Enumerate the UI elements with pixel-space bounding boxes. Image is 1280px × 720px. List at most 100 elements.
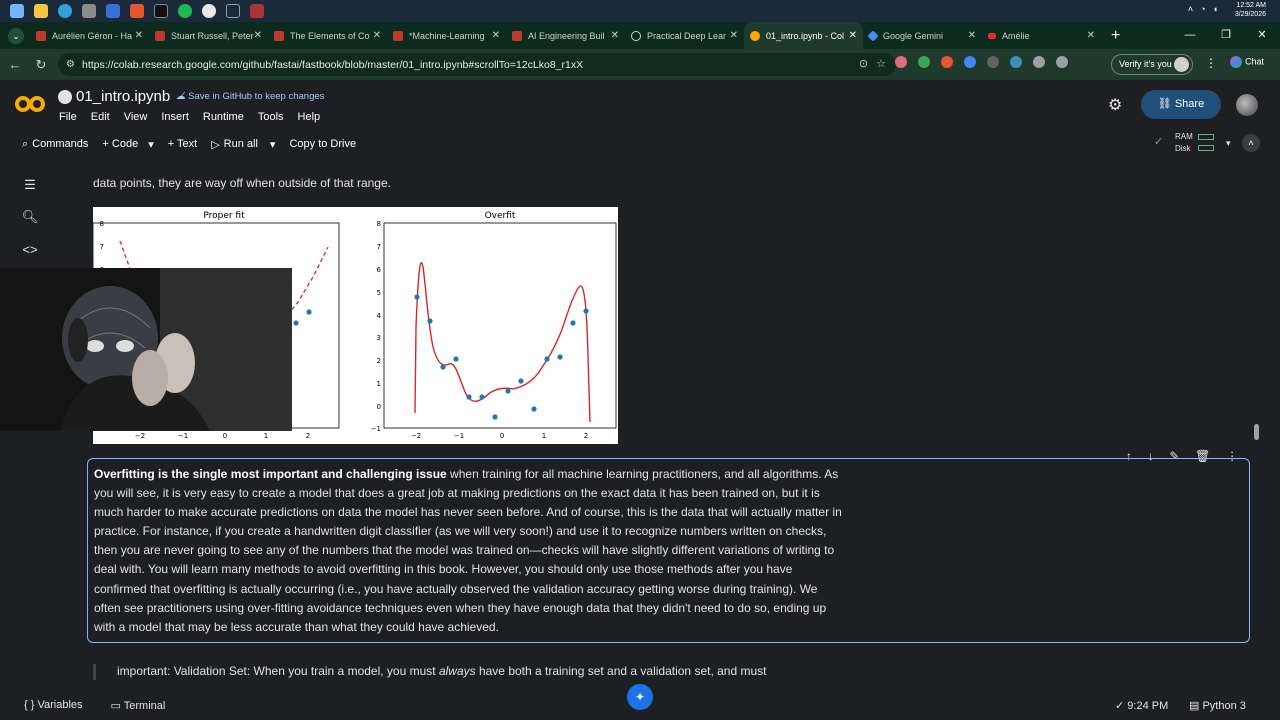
back-arrow-icon[interactable]: ← [2,57,28,72]
bookmark-star-icon[interactable]: ☆ [876,57,886,70]
chrome-icon[interactable] [202,4,216,18]
markdown-cell-selected[interactable]: Overfitting is the single most important… [87,458,1250,643]
reload-icon[interactable]: ↻ [28,57,54,73]
data-point [531,406,537,412]
browser-tab[interactable]: AI Engineering Buil ✕ [506,22,625,49]
variables-button[interactable]: { } Variables [24,699,83,711]
page-options-icon[interactable]: ⊙ [859,57,868,70]
y-tick: 2 [377,357,381,365]
tab-search-chevron-icon[interactable]: ⌄ [8,28,24,44]
copy-to-drive-button[interactable]: Copy to Drive [289,138,356,150]
app-icon[interactable] [82,4,96,18]
spotify-icon[interactable] [178,4,192,18]
close-icon[interactable]: ✕ [968,30,976,41]
close-icon[interactable]: ✕ [492,30,500,41]
extension-icon[interactable] [918,56,930,68]
notebook-name[interactable]: 01_intro.ipynb [76,88,170,105]
y-tick: 8 [377,220,381,228]
browser-tab[interactable]: The Elements of Co ✕ [268,22,387,49]
menu-insert[interactable]: Insert [161,111,189,123]
y-tick: 0 [377,403,381,411]
menu-view[interactable]: View [124,111,148,123]
close-icon[interactable]: ✕ [254,30,262,41]
variables-braces-icon: { } [24,699,38,711]
windows-start-icon[interactable] [10,4,24,18]
verify-profile-button[interactable]: Verify it's you [1111,54,1193,75]
extension-icon[interactable] [1033,56,1045,68]
menu-edit[interactable]: Edit [91,111,110,123]
add-code-button[interactable]: + Code [102,138,138,150]
account-avatar[interactable] [1236,94,1258,116]
commands-button[interactable]: ⌕ Commands [22,138,88,151]
youtube-icon [988,32,996,39]
runtime-label: Python 3 [1202,699,1246,712]
data-point [306,309,312,315]
edge-icon[interactable] [58,4,72,18]
extension-icon[interactable] [1010,56,1022,68]
save-github-link[interactable]: ☁̸ Save in GitHub to keep changes [176,91,324,102]
gemini-spark-icon[interactable]: ✦ [627,684,653,710]
browser-tab[interactable]: Stuart Russell, Peter ✕ [149,22,268,49]
close-icon[interactable]: ✕ [849,30,857,41]
ram-label: RAM [1175,132,1193,141]
extension-icon[interactable] [941,56,953,68]
steam-icon[interactable] [226,4,240,18]
volume-icon[interactable]: ◖ [1213,4,1218,14]
url-field[interactable]: ⚙ https://colab.research.google.com/gith… [58,53,896,76]
menu-help[interactable]: Help [298,111,321,123]
browser-tab[interactable]: Aurélien Géron - Ha ✕ [30,22,149,49]
close-icon[interactable]: ✕ [730,30,738,41]
brave-icon[interactable] [130,4,144,18]
app-icon[interactable] [106,4,120,18]
new-tab-button[interactable]: + [1111,27,1120,45]
runtime-dropdown-icon[interactable]: ▾ [1226,138,1231,148]
browser-tab[interactable]: *Machine-Learning ✕ [387,22,506,49]
add-text-button[interactable]: + Text [168,138,197,150]
puzzle-icon[interactable] [1056,56,1068,68]
close-icon[interactable]: ✕ [1087,30,1095,41]
colab-logo[interactable] [15,95,47,113]
minimize-icon[interactable]: — [1172,22,1208,49]
browser-tab[interactable]: Amélie ✕ [982,22,1101,49]
app-icon[interactable] [154,4,168,18]
wifi-icon[interactable]: ◔ [1200,4,1205,14]
file-explorer-icon[interactable] [34,4,48,18]
site-info-icon[interactable]: ⚙ [66,59,75,70]
maximize-icon[interactable]: ❐ [1208,22,1244,49]
run-all-button[interactable]: ▷ Run all [211,138,258,151]
colab-favicon-icon [750,30,760,41]
extension-icon[interactable] [987,56,999,68]
blockquote-cell[interactable]: important: Validation Set: When you trai… [93,664,793,680]
code-dropdown-icon[interactable]: ▾ [148,138,154,151]
close-icon[interactable]: ✕ [135,30,143,41]
code-snippets-icon[interactable]: <> [21,242,39,260]
close-icon[interactable]: ✕ [373,30,381,41]
share-button[interactable]: ⛓ Share [1141,90,1221,119]
run-dropdown-icon[interactable]: ▾ [270,138,276,151]
quote-text-start: important: Validation Set: When you trai… [117,664,439,678]
close-window-icon[interactable]: ✕ [1244,22,1280,49]
x-tick: −1 [178,432,188,440]
app-icon[interactable] [250,4,264,18]
table-of-contents-icon[interactable]: ☰ [21,177,39,195]
close-icon[interactable]: ✕ [611,30,619,41]
chevron-up-icon[interactable]: ˄ [1188,4,1193,14]
menu-file[interactable]: File [59,111,77,123]
more-menu-icon[interactable]: ⋮ [1205,56,1217,70]
chat-button[interactable]: Chat [1230,56,1264,68]
browser-tab-active[interactable]: 01_intro.ipynb - Col ✕ [744,22,863,49]
os-clock[interactable]: 12:52 AM 3/29/2026 [1235,1,1266,19]
collapse-header-icon[interactable]: ˄ [1242,134,1260,152]
extension-icon[interactable] [964,56,976,68]
find-replace-icon[interactable]: 🔍︎ [21,209,39,227]
runtime-type-button[interactable]: ▤ Python 3 [1189,699,1246,712]
scrollbar-thumb[interactable] [1254,424,1259,440]
extension-icon[interactable] [895,56,907,68]
browser-tab[interactable]: Google Gemini ✕ [863,22,982,49]
terminal-button[interactable]: ▭ Terminal [111,699,166,712]
settings-gear-icon[interactable]: ⚙ [1108,95,1122,115]
menu-tools[interactable]: Tools [258,111,284,123]
menu-runtime[interactable]: Runtime [203,111,244,123]
execution-time[interactable]: ✓ 9:24 PM [1115,699,1168,712]
browser-tab[interactable]: Practical Deep Lear ✕ [625,22,744,49]
